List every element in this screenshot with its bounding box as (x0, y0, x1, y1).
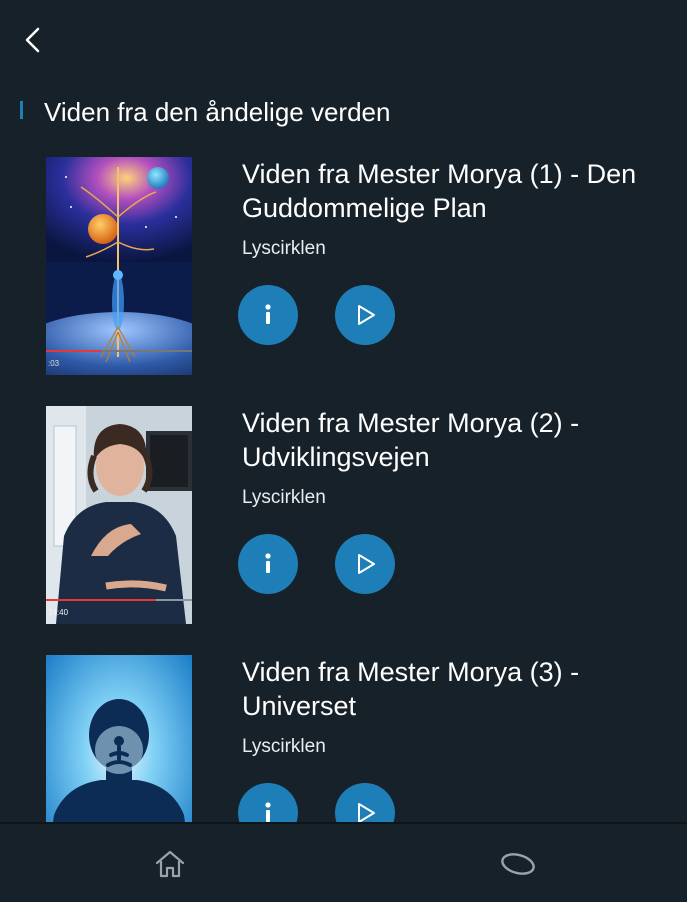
play-button[interactable] (335, 783, 395, 822)
play-button[interactable] (335, 285, 395, 345)
item-author: Lyscirklen (242, 238, 326, 259)
list-item[interactable]: :03 Viden fra Mester Morya (1) - Den Gud… (0, 157, 687, 387)
item-author: Lyscirklen (242, 487, 326, 508)
info-icon (265, 802, 271, 822)
info-button[interactable] (238, 534, 298, 594)
nav-ellipse-button[interactable] (498, 848, 538, 880)
video-progress-bar (46, 350, 101, 352)
thumbnail-person-image: 14:40 (46, 406, 192, 624)
nav-home-button[interactable] (152, 846, 188, 882)
item-title[interactable]: Viden fra Mester Morya (3) - Universet (242, 655, 672, 723)
section-accent-bar (20, 101, 23, 119)
info-icon (265, 304, 271, 324)
play-button[interactable] (335, 534, 395, 594)
info-button[interactable] (238, 285, 298, 345)
home-icon (155, 850, 185, 878)
thumbnail-cosmos-image: :03 (46, 157, 192, 375)
info-button[interactable] (238, 783, 298, 822)
thumbnail-meditation-image (46, 655, 192, 822)
item-author: Lyscirklen (242, 736, 326, 757)
play-icon (358, 554, 375, 574)
video-duration: 14:40 (48, 608, 69, 617)
item-title[interactable]: Viden fra Mester Morya (1) - Den Guddomm… (242, 157, 672, 225)
info-icon (265, 553, 271, 573)
video-progress-bar (46, 599, 156, 601)
list-item[interactable]: Viden fra Mester Morya (3) - Universet L… (0, 655, 687, 822)
list-item[interactable]: 14:40 Viden fra Mester Morya (2) - Udvik… (0, 406, 687, 636)
play-icon (358, 305, 375, 325)
content-list[interactable]: Viden fra den åndelige verden:03 Viden … (0, 0, 687, 822)
video-duration: :03 (48, 359, 60, 368)
play-icon (358, 803, 375, 822)
ellipse-icon (501, 853, 535, 875)
video-thumbnail[interactable]: 14:40 (46, 406, 192, 624)
bottom-navigation (0, 822, 687, 902)
video-thumbnail[interactable]: :03 (46, 157, 192, 375)
section-title: Viden fra den åndelige verden (44, 97, 391, 127)
video-thumbnail[interactable] (46, 655, 192, 822)
item-title[interactable]: Viden fra Mester Morya (2) - Udviklingsv… (242, 406, 672, 474)
